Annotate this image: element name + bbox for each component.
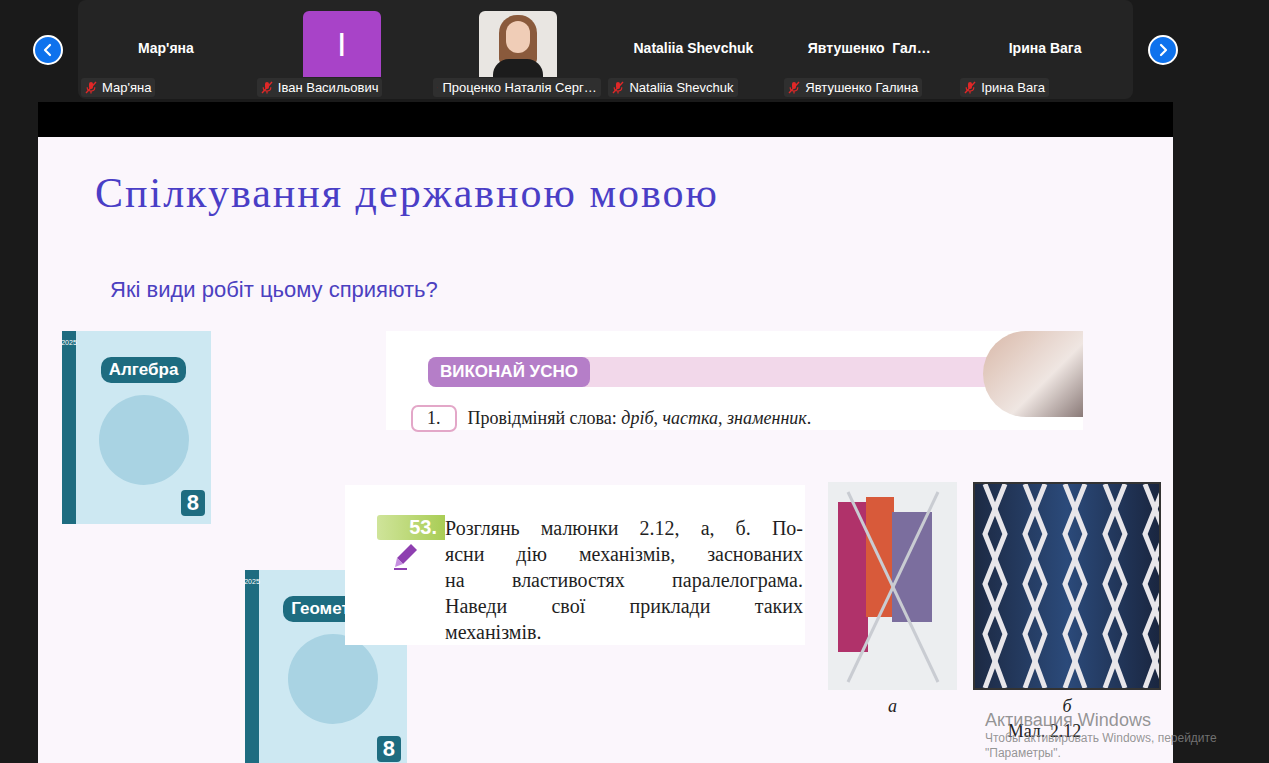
chevron-left-icon (41, 43, 55, 57)
participant-name: Nataliia Shevchuk (633, 22, 753, 56)
figure-label: а (888, 696, 897, 717)
activation-watermark: Активация Windows Чтобы активировать Win… (985, 709, 1217, 761)
participant-tile[interactable]: Явтушенко Гал… Явтушенко Галина (781, 0, 957, 99)
next-page-button[interactable] (1148, 35, 1178, 65)
participant-label: Nataliia Shevchuk (608, 78, 737, 97)
participant-label: Іван Васильович (257, 78, 383, 97)
figure-images: а б (828, 482, 1161, 717)
participant-tile[interactable]: Проценко Наталія Серг… (430, 0, 606, 99)
muted-mic-icon (788, 81, 800, 94)
tile-view: Мар'яна (78, 0, 254, 77)
task-text: Провідміняй слова: дріб, частка, знаменн… (468, 408, 812, 429)
tile-view: І (254, 0, 430, 77)
muted-mic-icon (437, 81, 438, 94)
banner-photo (983, 331, 1083, 417)
book-spine: 2025 (62, 331, 76, 524)
book-illustration (288, 634, 378, 724)
chevron-right-icon (1156, 43, 1170, 57)
figure: а б Мал. 2.12 (816, 482, 1173, 742)
task-oral-card: ВИКОНАЙ УСНО 1. Провідміняй слова: дріб,… (386, 331, 1083, 430)
task-item: 1. Провідміняй слова: дріб, частка, знам… (411, 405, 1083, 432)
participant-name: Мар'яна (138, 22, 194, 56)
tile-view: Nataliia Shevchuk (605, 0, 781, 77)
figure-item: б (973, 482, 1161, 717)
book-grade: 8 (377, 736, 401, 762)
book-face: Алгебра 8 (76, 331, 211, 524)
muted-mic-icon (85, 81, 97, 94)
grate-photo (973, 482, 1161, 690)
participant-tile[interactable]: Nataliia Shevchuk Nataliia Shevchuk (605, 0, 781, 99)
book-cover: 2025 Алгебра 8 (62, 331, 211, 524)
participant-avatar: І (303, 11, 381, 77)
muted-mic-icon (964, 81, 976, 94)
participant-label: Мар'яна (81, 78, 155, 97)
participant-label: Явтушенко Галина (784, 78, 922, 97)
grate-drawing (975, 484, 1159, 688)
task-number: 1. (411, 405, 457, 432)
muted-mic-icon (612, 81, 624, 94)
participant-strip: Мар'яна Мар'янаІ Іван Васильович Проценк… (78, 0, 1133, 99)
figure-label: б (1062, 696, 1071, 717)
tile-view: Явтушенко Гал… (781, 0, 957, 77)
dryer-photo (828, 482, 957, 690)
task-number: 53. (377, 515, 445, 540)
slide: Спілкування державною мовою Які види роб… (38, 137, 1173, 763)
tile-view: Ірина Вага (957, 0, 1133, 77)
book-spine: 2025 (245, 570, 259, 763)
book-illustration (99, 395, 189, 485)
task-53-marker: 53. (345, 515, 445, 645)
task-text: Розглянь малюнки 2.12, а, б. По-ясни дію… (445, 515, 805, 645)
photo-face (506, 21, 530, 53)
book-title: Алгебра (101, 357, 187, 383)
slide-title: Спілкування державною мовою (38, 137, 1173, 218)
participant-label: Ірина Вага (960, 78, 1049, 97)
participant-tile[interactable]: Ірина Вага Ірина Вага (957, 0, 1133, 99)
participant-tile[interactable]: І Іван Васильович (254, 0, 430, 99)
muted-mic-icon (261, 81, 273, 94)
shared-screen-band (38, 102, 1173, 137)
participant-bar: Мар'яна Мар'янаІ Іван Васильович Проценк… (0, 0, 1269, 99)
photo-body (493, 59, 543, 77)
meeting-window: Мар'яна Мар'янаІ Іван Васильович Проценк… (0, 0, 1269, 763)
pencil-icon (393, 542, 419, 570)
figure-caption: Мал. 2.12 (1008, 721, 1082, 742)
participant-name: Ірина Вага (1009, 22, 1082, 56)
shared-screen: Спілкування державною мовою Які види роб… (38, 102, 1173, 763)
tile-view (430, 0, 606, 77)
participant-label: Проценко Наталія Серг… (433, 78, 601, 97)
participant-photo (479, 11, 557, 77)
task-banner-label: ВИКОНАЙ УСНО (428, 357, 590, 387)
task-banner: ВИКОНАЙ УСНО (428, 357, 988, 387)
slide-subtitle: Які види робіт цьому сприяють? (110, 276, 1173, 304)
dryer-drawing (828, 482, 957, 690)
task-53-card: 53. Розглянь малюнки 2.12, а, б. По-ясни… (345, 485, 805, 645)
participant-name: Явтушенко Гал… (808, 22, 931, 56)
book-grade: 8 (181, 490, 205, 516)
figure-item: а (828, 482, 957, 717)
previous-page-button[interactable] (33, 35, 63, 65)
participant-tile[interactable]: Мар'яна Мар'яна (78, 0, 254, 99)
